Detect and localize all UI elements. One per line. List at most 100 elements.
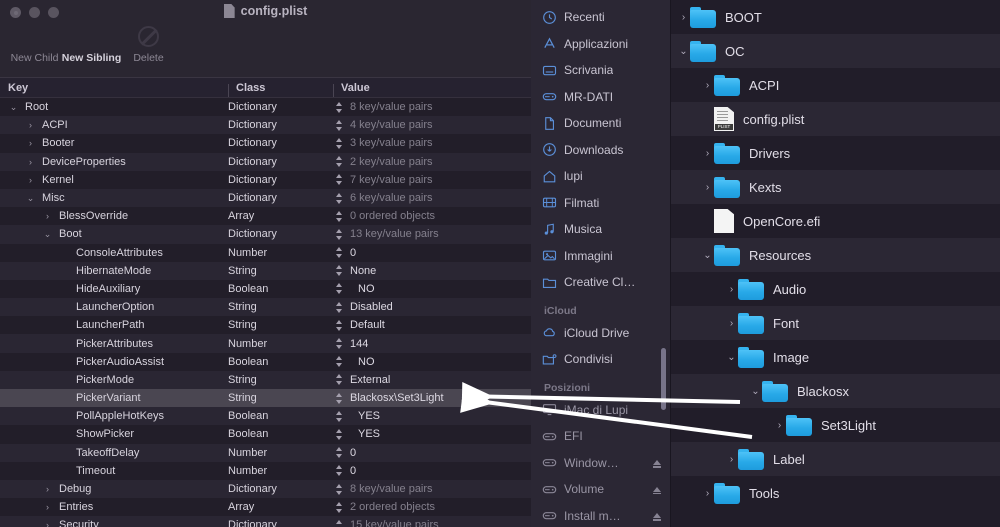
plist-class-cell[interactable]: Dictionary bbox=[228, 101, 333, 113]
file-tree-row[interactable]: › Font bbox=[671, 306, 1000, 340]
sidebar-item-filmati[interactable]: Filmati bbox=[531, 190, 670, 217]
plist-value-cell[interactable]: 0 bbox=[333, 446, 531, 459]
stepper-icon[interactable] bbox=[335, 301, 344, 314]
disclosure-down-icon[interactable]: ⌄ bbox=[677, 46, 690, 57]
plist-class-cell[interactable]: String bbox=[228, 319, 333, 331]
plist-row[interactable]: ⌄ Boot Dictionary 13 key/value pairs bbox=[0, 225, 531, 244]
plist-value-cell[interactable]: 8 key/value pairs bbox=[333, 101, 531, 114]
plist-class-cell[interactable]: Number bbox=[228, 465, 333, 477]
plist-row[interactable]: PickerMode String External bbox=[0, 370, 531, 389]
column-header-key[interactable]: Key bbox=[0, 82, 228, 94]
plist-class-cell[interactable]: Array bbox=[228, 210, 333, 222]
plist-value-cell[interactable]: 0 bbox=[333, 246, 531, 259]
disclosure-down-icon[interactable]: ⌄ bbox=[725, 352, 738, 363]
sidebar-item-lupi[interactable]: lupi bbox=[531, 163, 670, 190]
plist-class-cell[interactable]: Dictionary bbox=[228, 228, 333, 240]
disclosure-right-icon[interactable]: › bbox=[725, 284, 738, 295]
stepper-icon[interactable] bbox=[335, 483, 344, 496]
plist-row[interactable]: › Booter Dictionary 3 key/value pairs bbox=[0, 134, 531, 153]
disclosure-right-icon[interactable]: › bbox=[773, 420, 786, 431]
plist-class-cell[interactable]: Dictionary bbox=[228, 174, 333, 186]
plist-class-cell[interactable]: Boolean bbox=[228, 283, 333, 295]
plist-row[interactable]: PickerAudioAssist Boolean NO bbox=[0, 352, 531, 371]
plist-row[interactable]: › Security Dictionary 15 key/value pairs bbox=[0, 516, 531, 527]
plist-class-cell[interactable]: Array bbox=[228, 501, 333, 513]
plist-class-cell[interactable]: Dictionary bbox=[228, 483, 333, 495]
plist-value-cell[interactable]: 13 key/value pairs bbox=[333, 228, 531, 241]
plist-class-cell[interactable]: Dictionary bbox=[228, 137, 333, 149]
eject-icon[interactable] bbox=[653, 460, 661, 468]
sidebar-item-window[interactable]: Window… bbox=[531, 450, 670, 477]
disclosure-right-icon[interactable]: › bbox=[25, 157, 36, 167]
plist-value-cell[interactable]: Disabled bbox=[333, 301, 531, 314]
plist-row[interactable]: › BlessOverride Array 0 ordered objects bbox=[0, 207, 531, 226]
plist-row[interactable]: LauncherOption String Disabled bbox=[0, 298, 531, 317]
column-header-class[interactable]: Class bbox=[228, 82, 333, 97]
sidebar-item-scrivania[interactable]: Scrivania bbox=[531, 57, 670, 84]
plist-row[interactable]: › Entries Array 2 ordered objects bbox=[0, 498, 531, 517]
disclosure-right-icon[interactable]: › bbox=[725, 318, 738, 329]
plist-class-cell[interactable]: String bbox=[228, 301, 333, 313]
stepper-icon[interactable] bbox=[335, 319, 344, 332]
stepper-icon[interactable] bbox=[335, 373, 344, 386]
stepper-icon[interactable] bbox=[335, 282, 344, 295]
plist-row[interactable]: PollAppleHotKeys Boolean YES bbox=[0, 407, 531, 426]
plist-value-cell[interactable]: 6 key/value pairs bbox=[333, 192, 531, 205]
plist-row[interactable]: HibernateMode String None bbox=[0, 261, 531, 280]
file-tree-row[interactable]: ⌄ Image bbox=[671, 340, 1000, 374]
disclosure-down-icon[interactable]: ⌄ bbox=[42, 229, 53, 240]
plist-row[interactable]: › ACPI Dictionary 4 key/value pairs bbox=[0, 116, 531, 135]
disclosure-right-icon[interactable]: › bbox=[701, 148, 714, 159]
disclosure-down-icon[interactable]: ⌄ bbox=[701, 250, 714, 261]
sidebar-item-musica[interactable]: Musica bbox=[531, 216, 670, 243]
stepper-icon[interactable] bbox=[335, 101, 344, 114]
disclosure-right-icon[interactable]: › bbox=[25, 138, 36, 148]
stepper-icon[interactable] bbox=[335, 210, 344, 223]
stepper-icon[interactable] bbox=[335, 501, 344, 514]
sidebar-item-condivisi[interactable]: Condivisi bbox=[531, 346, 670, 373]
plist-value-cell[interactable]: NO bbox=[333, 282, 531, 295]
eject-icon[interactable] bbox=[653, 486, 661, 495]
sidebar-item-documenti[interactable]: Documenti bbox=[531, 110, 670, 137]
toolbar-delete-button[interactable]: Delete bbox=[120, 20, 177, 64]
sidebar-item-efi[interactable]: EFI bbox=[531, 423, 670, 450]
plist-row[interactable]: PickerVariant String Blackosx\Set3Light bbox=[0, 389, 531, 408]
plist-row[interactable]: LauncherPath String Default bbox=[0, 316, 531, 335]
file-tree-row[interactable]: › Audio bbox=[671, 272, 1000, 306]
stepper-icon[interactable] bbox=[335, 519, 344, 527]
stepper-icon[interactable] bbox=[335, 192, 344, 205]
disclosure-right-icon[interactable]: › bbox=[701, 80, 714, 91]
plist-class-cell[interactable]: Boolean bbox=[228, 410, 333, 422]
plist-value-cell[interactable]: Default bbox=[333, 319, 531, 332]
file-tree-row[interactable]: OpenCore.efi bbox=[671, 204, 1000, 238]
plist-class-cell[interactable]: String bbox=[228, 392, 333, 404]
file-tree-row[interactable]: ⌄ Resources bbox=[671, 238, 1000, 272]
plist-value-cell[interactable]: 0 ordered objects bbox=[333, 210, 531, 223]
plist-row[interactable]: TakeoffDelay Number 0 bbox=[0, 443, 531, 462]
plist-class-cell[interactable]: Dictionary bbox=[228, 519, 333, 527]
toolbar-new-child-button[interactable]: New Child bbox=[6, 20, 63, 64]
plist-row[interactable]: › Kernel Dictionary 7 key/value pairs bbox=[0, 170, 531, 189]
sidebar-item-volume[interactable]: Volume bbox=[531, 476, 670, 503]
disclosure-right-icon[interactable]: › bbox=[701, 488, 714, 499]
plist-row[interactable]: › DeviceProperties Dictionary 2 key/value p… bbox=[0, 152, 531, 171]
stepper-icon[interactable] bbox=[335, 464, 344, 477]
disclosure-right-icon[interactable]: › bbox=[725, 454, 738, 465]
plist-value-cell[interactable]: 144 bbox=[333, 337, 531, 350]
plist-row[interactable]: Timeout Number 0 bbox=[0, 461, 531, 480]
stepper-icon[interactable] bbox=[335, 137, 344, 150]
plist-row[interactable]: PickerAttributes Number 144 bbox=[0, 334, 531, 353]
sidebar-scrollbar[interactable] bbox=[661, 348, 666, 410]
plist-class-cell[interactable]: Number bbox=[228, 247, 333, 259]
sidebar-item-applicazioni[interactable]: Applicazioni bbox=[531, 31, 670, 58]
file-tree-row[interactable]: › Label bbox=[671, 442, 1000, 476]
stepper-icon[interactable] bbox=[335, 337, 344, 350]
file-tree-row[interactable]: › Drivers bbox=[671, 136, 1000, 170]
plist-row[interactable]: HideAuxiliary Boolean NO bbox=[0, 279, 531, 299]
plist-value-cell[interactable]: 4 key/value pairs bbox=[333, 119, 531, 132]
sidebar-item-imac-di-lupi[interactable]: iMac di Lupi bbox=[531, 397, 670, 424]
stepper-icon[interactable] bbox=[335, 173, 344, 186]
stepper-icon[interactable] bbox=[335, 410, 344, 423]
disclosure-down-icon[interactable]: ⌄ bbox=[8, 102, 19, 113]
plist-class-cell[interactable]: Dictionary bbox=[228, 156, 333, 168]
